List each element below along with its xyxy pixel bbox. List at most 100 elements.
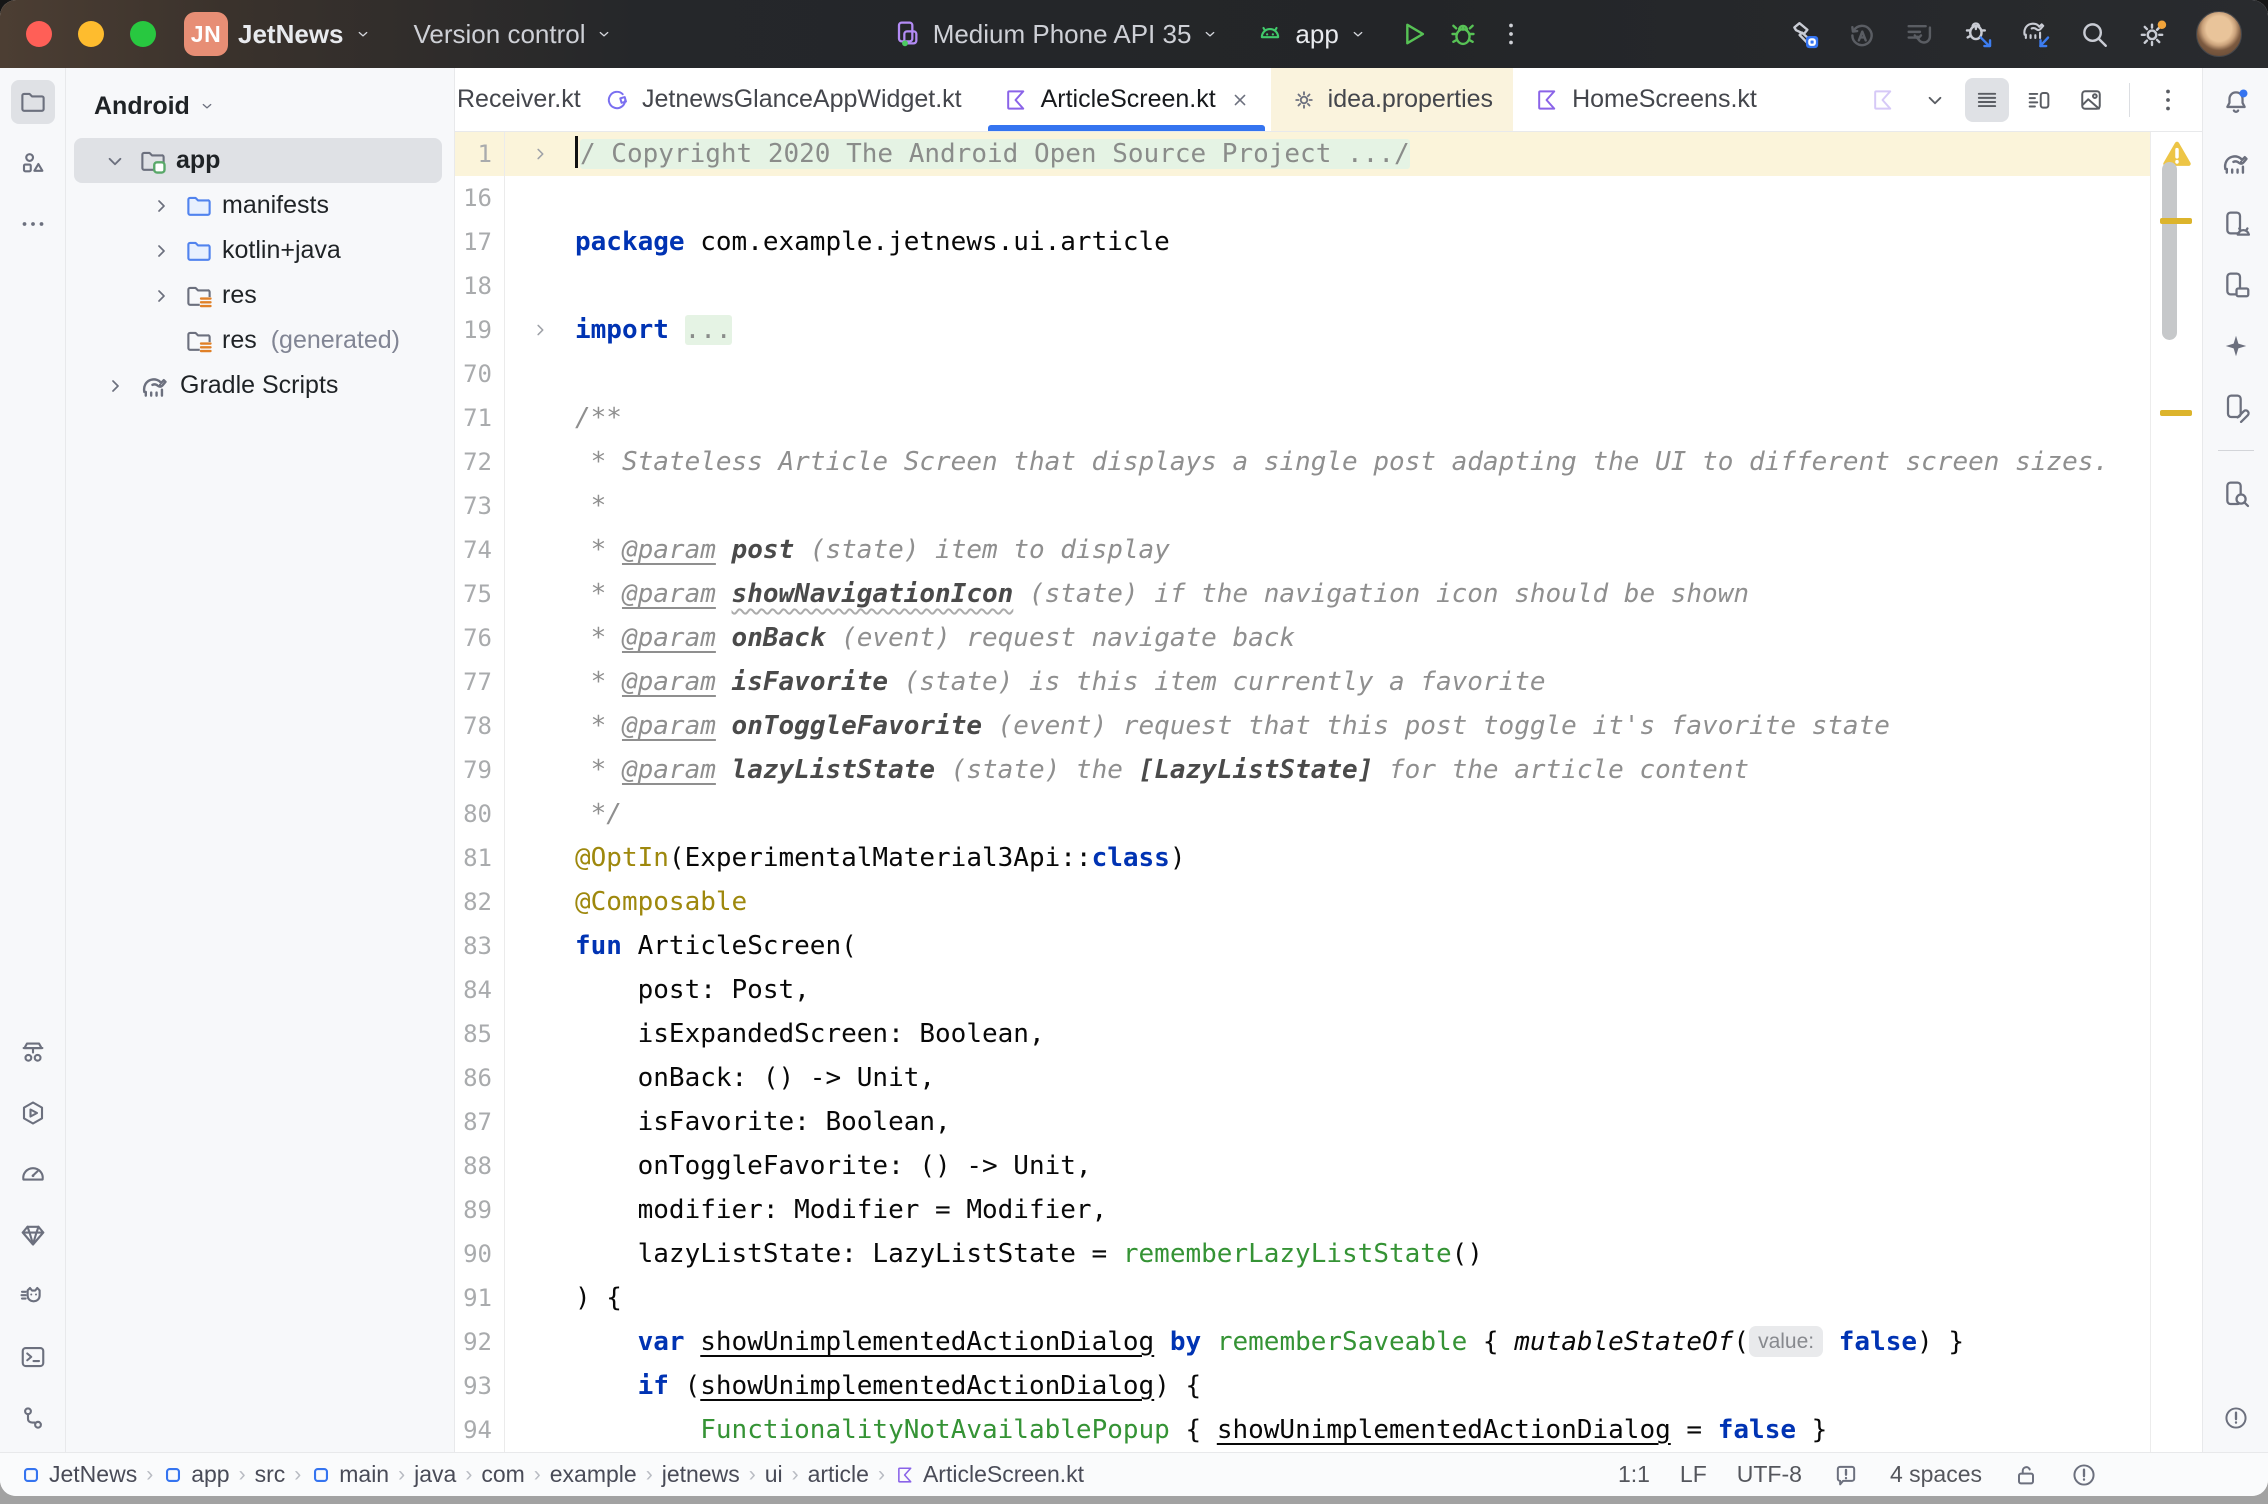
debug-button[interactable]: [1446, 17, 1480, 51]
hidden-tab-kotlin-icon[interactable]: [1861, 78, 1905, 122]
breadcrumb-separator: ›: [143, 1463, 156, 1487]
breadcrumb-src[interactable]: src: [255, 1461, 286, 1488]
gradle-elephant-icon: [138, 369, 172, 403]
file-encoding[interactable]: UTF-8: [1737, 1461, 1802, 1488]
indent-setting[interactable]: 4 spaces: [1890, 1461, 1982, 1488]
minimize-window-button[interactable]: [78, 21, 104, 47]
breadcrumb-separator: ›: [875, 1463, 888, 1487]
line-number: 88: [455, 1144, 505, 1188]
gemini-icon[interactable]: [2214, 324, 2258, 368]
profiler-icon[interactable]: [11, 1152, 55, 1196]
problems-icon[interactable]: [2214, 1396, 2258, 1440]
run-configuration-selector[interactable]: app: [1241, 8, 1380, 60]
fold-arrow-icon[interactable]: [505, 319, 575, 341]
terminal-icon[interactable]: [11, 1335, 55, 1379]
editor-view-list-icon[interactable]: [1965, 78, 2009, 122]
breadcrumb-jetnews-pkg[interactable]: jetnews: [662, 1461, 740, 1488]
apply-code-changes-icon[interactable]: [1898, 12, 1942, 56]
breadcrumb-ui[interactable]: ui: [765, 1461, 783, 1488]
editor-options-kebab-icon[interactable]: [2146, 78, 2190, 122]
editor-view-list-icon: [1973, 86, 2001, 114]
fold-arrow-icon[interactable]: [505, 143, 575, 165]
resource-manager-icon[interactable]: [11, 141, 55, 185]
gradle-sync-icon[interactable]: [2014, 12, 2058, 56]
highlight-level-icon[interactable]: [1832, 1461, 1860, 1489]
breadcrumb-java[interactable]: java: [414, 1461, 456, 1488]
line-separator[interactable]: LF: [1680, 1461, 1707, 1488]
logcat-icon[interactable]: [11, 1274, 55, 1318]
chevron-down-icon[interactable]: [100, 148, 130, 174]
run-button[interactable]: [1396, 17, 1430, 51]
device-selector[interactable]: Medium Phone API 35: [877, 8, 1234, 60]
project-widget[interactable]: JN JetNews: [170, 8, 386, 60]
tree-item-kotlin-java[interactable]: kotlin+java: [74, 228, 442, 273]
tab-receiver[interactable]: Receiver.kt: [455, 68, 583, 131]
hidden-tabs-chevron-icon[interactable]: [1913, 78, 1957, 122]
tree-item-gradle-scripts[interactable]: Gradle Scripts: [74, 363, 442, 408]
breadcrumb-article[interactable]: article: [808, 1461, 869, 1488]
more-tool-windows-icon[interactable]: [11, 202, 55, 246]
tree-item-manifests[interactable]: manifests: [74, 183, 442, 228]
breadcrumb-jetnews[interactable]: JetNews: [20, 1461, 137, 1488]
tab-jetnews-glance-app-widget[interactable]: JetnewsGlanceAppWidget.kt: [583, 68, 982, 131]
attach-debugger-icon[interactable]: [1956, 12, 2000, 56]
breadcrumb-example[interactable]: example: [550, 1461, 637, 1488]
breadcrumb-app[interactable]: app: [162, 1461, 229, 1488]
maximize-window-button[interactable]: [130, 21, 156, 47]
close-window-button[interactable]: [26, 21, 52, 47]
kotlin-icon: [894, 1464, 916, 1486]
tab-article-screen[interactable]: ArticleScreen.kt: [982, 68, 1271, 131]
build-icon[interactable]: [1782, 12, 1826, 56]
editor-options-kebab-icon: [2153, 85, 2183, 115]
inspections-status-icon[interactable]: [2070, 1461, 2098, 1489]
chevR-icon: [149, 284, 173, 308]
user-avatar[interactable]: [2196, 11, 2242, 57]
tab-idea-properties[interactable]: idea.properties: [1271, 68, 1513, 131]
code-text: * @param onBack (event) request navigate…: [575, 616, 1295, 660]
project-tool-icon[interactable]: [11, 80, 55, 124]
gradle-panel-icon[interactable]: [2214, 141, 2258, 185]
file-writable-icon[interactable]: [2012, 1461, 2040, 1489]
breadcrumb-main[interactable]: main: [310, 1461, 389, 1488]
device-explorer-icon[interactable]: [2214, 472, 2258, 516]
line-number: 91: [455, 1276, 505, 1320]
debug-button[interactable]: [1441, 12, 1485, 56]
vcs-widget[interactable]: Version control: [400, 8, 628, 60]
line-number: 92: [455, 1320, 505, 1364]
app-quality-insights-icon[interactable]: [11, 1213, 55, 1257]
device-mirroring-icon[interactable]: [2214, 385, 2258, 429]
device-manager-panel-icon[interactable]: [2214, 202, 2258, 246]
chevron-right-icon[interactable]: [146, 284, 176, 308]
tree-item-app[interactable]: app: [74, 138, 442, 183]
tree-item-res[interactable]: res: [74, 273, 442, 318]
version-control-icon[interactable]: [11, 1396, 55, 1440]
line-number: 86: [455, 1056, 505, 1100]
tree-item-res-generated[interactable]: res(generated): [74, 318, 442, 363]
chevron-right-icon[interactable]: [146, 194, 176, 218]
warning-stripe-mark[interactable]: [2160, 218, 2192, 224]
rerun-applied-changes-icon[interactable]: [1840, 12, 1884, 56]
close-tab-icon[interactable]: [1229, 89, 1251, 111]
search-icon[interactable]: [2072, 12, 2116, 56]
notifications-icon[interactable]: [2214, 80, 2258, 124]
editor-view-structure-icon[interactable]: [2017, 78, 2061, 122]
code-editor[interactable]: 1/ Copyright 2020 The Android Open Sourc…: [455, 132, 2202, 1452]
running-devices-icon[interactable]: [2214, 263, 2258, 307]
warning-stripe-mark[interactable]: [2160, 410, 2192, 416]
device-manager-icon[interactable]: [11, 1030, 55, 1074]
run-options-kebab-icon[interactable]: [1489, 12, 1533, 56]
run-button[interactable]: [1391, 12, 1435, 56]
breadcrumb-com[interactable]: com: [481, 1461, 524, 1488]
services-icon[interactable]: [11, 1091, 55, 1135]
caret-position[interactable]: 1:1: [1618, 1461, 1650, 1488]
tab-home-screens[interactable]: HomeScreens.kt: [1513, 68, 1777, 131]
run-options-kebab-icon[interactable]: [1496, 19, 1526, 49]
chevron-right-icon[interactable]: [146, 239, 176, 263]
project-view-mode-selector[interactable]: Android: [66, 82, 454, 130]
chevron-right-icon[interactable]: [100, 374, 130, 398]
scrollbar-thumb[interactable]: [2162, 162, 2177, 340]
breadcrumb-article-screen[interactable]: ArticleScreen.kt: [894, 1461, 1084, 1488]
editor-scrollbar-stripe[interactable]: [2150, 132, 2202, 1452]
settings-icon[interactable]: [2130, 12, 2174, 56]
editor-view-preview-icon[interactable]: [2069, 78, 2113, 122]
